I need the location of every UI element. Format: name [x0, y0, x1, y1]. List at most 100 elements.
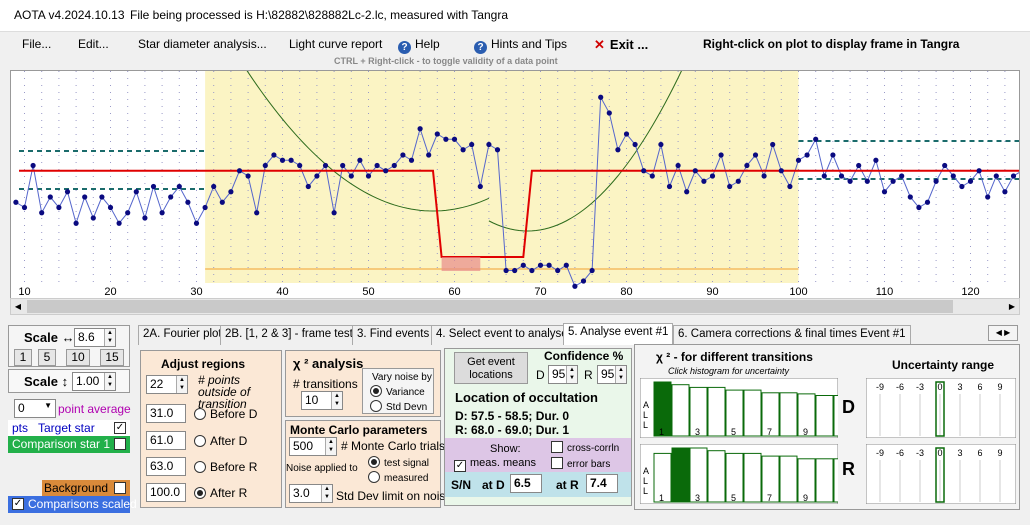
x-tick-label: 10: [18, 286, 30, 298]
spinner-arrows-icon[interactable]: ▲ ▼: [566, 366, 577, 383]
unc-d-label: 6: [977, 382, 982, 392]
tab-find-events[interactable]: 3. Find events: [352, 325, 435, 345]
menu-file[interactable]: File...: [22, 37, 51, 51]
meas-means-checkbox[interactable]: ✓: [454, 460, 466, 472]
menu-exit[interactable]: ✕ Exit ...: [594, 37, 648, 53]
data-point: [623, 131, 630, 137]
tab-fourier[interactable]: 2A. Fourier plot: [138, 325, 227, 345]
monte-carlo-title: Monte Carlo parameters: [290, 423, 428, 437]
monte-carlo-trials-spinner[interactable]: 500 ▲ ▼: [289, 437, 337, 456]
transitions-spinner[interactable]: 10 ▲ ▼: [301, 391, 343, 410]
variance-radio[interactable]: [370, 385, 382, 397]
test-signal-option[interactable]: test signal: [368, 456, 429, 469]
spinner-arrows-icon[interactable]: ▲ ▼: [325, 438, 336, 455]
hist-r-bar: [815, 458, 834, 503]
cross-corr-checkbox[interactable]: [551, 441, 563, 453]
target-star-checkbox[interactable]: ✓: [114, 422, 126, 434]
data-point: [838, 173, 845, 179]
test-signal-radio[interactable]: [368, 456, 380, 468]
histogram-d[interactable]: ALL1357911: [640, 378, 838, 438]
tab-camera-corrections[interactable]: 6. Camera corrections & final times Even…: [673, 325, 911, 345]
measured-radio[interactable]: [368, 471, 380, 483]
comparison1-checkbox[interactable]: [114, 438, 126, 450]
tab-scroll-arrows-icon[interactable]: ◀ ▶: [988, 325, 1018, 341]
menu-star-diameter[interactable]: Star diameter analysis...: [138, 37, 267, 51]
get-event-locations-button[interactable]: Get event locations: [454, 352, 528, 384]
spinner-arrows-icon[interactable]: ▲ ▼: [104, 373, 115, 390]
points-outside-spinner[interactable]: 22 ▲ ▼: [146, 375, 188, 394]
spinner-arrows-icon[interactable]: ▲ ▼: [615, 366, 626, 383]
hist-d-bar: [779, 392, 798, 437]
step-1-button[interactable]: 1: [14, 349, 32, 366]
light-curve-plot[interactable]: 10 20 30 40 50 60 70 80 90 100 110 120: [10, 65, 1030, 299]
step-15-button[interactable]: 15: [100, 349, 124, 366]
meas-means-option[interactable]: ✓ meas. means: [454, 457, 536, 472]
data-point: [778, 168, 784, 174]
data-point: [993, 173, 999, 179]
comparisons-scaled-checkbox[interactable]: ✓: [12, 498, 24, 510]
std-dev-limit-spinner[interactable]: 3.0 ▲ ▼: [289, 484, 333, 503]
after-r-field[interactable]: 100.0: [146, 483, 186, 502]
measured-option[interactable]: measured: [368, 471, 428, 484]
scroll-left-icon[interactable]: ◀: [11, 299, 25, 314]
data-point: [99, 194, 105, 200]
variance-option[interactable]: Variance: [370, 385, 425, 398]
sn-at-r-label: at R: [556, 478, 579, 492]
after-r-option[interactable]: After R: [194, 486, 247, 500]
std-devn-radio[interactable]: [370, 400, 382, 412]
data-point: [477, 183, 483, 190]
after-d-radio[interactable]: [194, 435, 206, 447]
hist-d-bar: [743, 389, 762, 437]
menu-help[interactable]: ? Help: [398, 37, 440, 54]
show-label: Show:: [490, 443, 521, 455]
after-d-option[interactable]: After D: [194, 434, 247, 448]
step-10-button[interactable]: 10: [66, 349, 90, 366]
confidence-r-spinner[interactable]: 95 ▲ ▼: [597, 365, 627, 384]
menu-light-curve-report[interactable]: Light curve report: [289, 37, 382, 51]
hist-r-bar: [743, 452, 762, 503]
variance-label: Variance: [386, 387, 425, 398]
spinner-arrows-icon[interactable]: ▲ ▼: [176, 376, 187, 393]
before-d-radio[interactable]: [194, 408, 206, 420]
menu-edit[interactable]: Edit...: [78, 37, 109, 51]
data-point: [142, 215, 148, 221]
data-point: [847, 178, 853, 184]
tab-frame-test[interactable]: 2B. [1, 2 & 3] - frame test: [220, 325, 358, 345]
tab-analyse-event[interactable]: 5. Analyse event #1: [563, 323, 674, 345]
before-r-radio[interactable]: [194, 461, 206, 473]
confidence-d-spinner[interactable]: 95 ▲ ▼: [548, 365, 578, 384]
tab-select-event[interactable]: 4. Select event to analyse: [431, 325, 573, 345]
sn-at-d-value: 6.5: [510, 474, 542, 493]
data-point: [606, 110, 612, 116]
spinner-arrows-icon[interactable]: ▲ ▼: [331, 392, 342, 409]
scroll-right-icon[interactable]: ▶: [1005, 299, 1019, 314]
scroll-thumb[interactable]: [27, 300, 953, 313]
error-bars-option[interactable]: error bars: [551, 457, 610, 470]
data-point: [90, 215, 96, 221]
scale-h-spinner[interactable]: 8.6 ▲ ▼: [74, 328, 116, 347]
before-d-field[interactable]: 31.0: [146, 404, 186, 423]
points-outside-value: 22: [150, 377, 164, 391]
plot-horizontal-scrollbar[interactable]: ◀ ▶: [10, 298, 1020, 315]
scale-v-spinner[interactable]: 1.00 ▲ ▼: [72, 372, 116, 391]
spinner-arrows-icon[interactable]: ▲ ▼: [321, 485, 332, 502]
menu-hints[interactable]: ? Hints and Tips: [474, 37, 567, 54]
data-point: [357, 157, 363, 163]
step-5-button[interactable]: 5: [38, 349, 56, 366]
plot-canvas[interactable]: 10 20 30 40 50 60 70 80 90 100 110 120: [11, 65, 1030, 298]
histogram-r-label: R: [842, 459, 855, 479]
before-r-option[interactable]: Before R: [194, 460, 257, 474]
before-r-field[interactable]: 63.0: [146, 457, 186, 476]
spinner-arrows-icon[interactable]: ▲ ▼: [104, 329, 115, 346]
before-d-option[interactable]: Before D: [194, 407, 257, 421]
unc-d-label: 3: [957, 382, 962, 392]
unc-r-label: -6: [896, 448, 904, 458]
after-r-radio[interactable]: [194, 487, 206, 499]
point-average-select[interactable]: 0 ▼: [14, 399, 56, 418]
histogram-r[interactable]: ALL1357911: [640, 444, 838, 504]
error-bars-checkbox[interactable]: [551, 457, 563, 469]
cross-corr-option[interactable]: cross-corrln: [551, 441, 619, 454]
after-d-field[interactable]: 61.0: [146, 431, 186, 450]
std-devn-option[interactable]: Std Devn: [370, 400, 427, 413]
background-checkbox[interactable]: [114, 482, 126, 494]
